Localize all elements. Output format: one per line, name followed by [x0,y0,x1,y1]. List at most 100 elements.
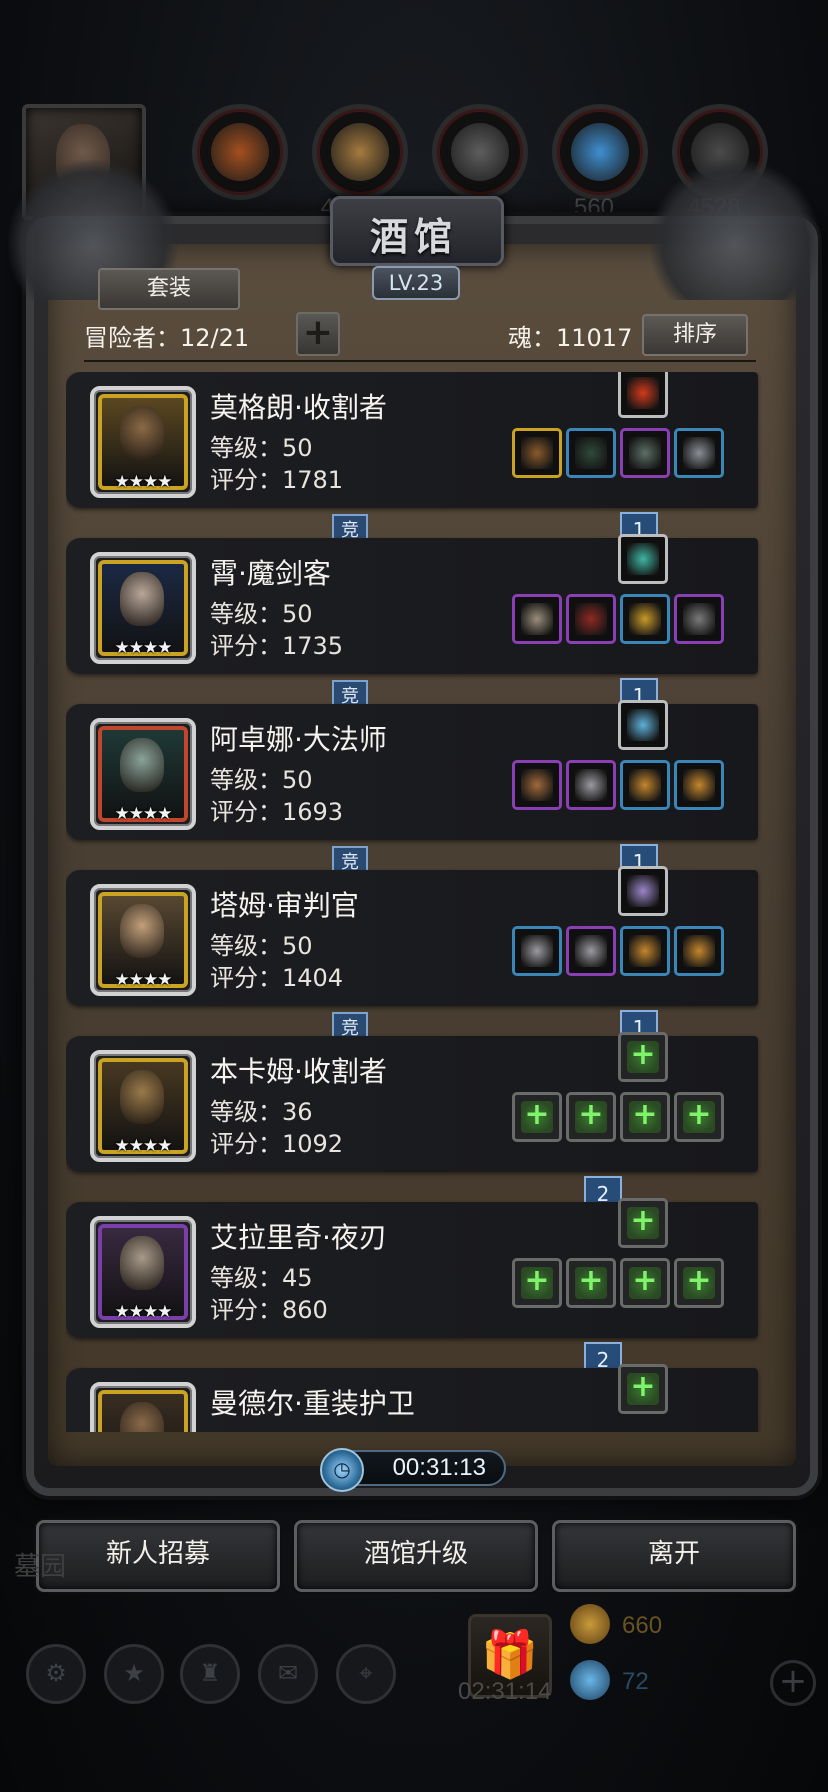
hero-level: 等级：36 [210,1098,313,1126]
hero-portrait[interactable]: ★★★★ [90,1050,196,1162]
upgrade-tavern-button[interactable]: 酒馆升级 [294,1520,538,1592]
hero-score: 评分：1404 [210,964,344,992]
stone-icon [432,104,528,200]
equipment-image [575,1263,607,1299]
gold-amount: 660 [622,1612,663,1639]
adventurer-row[interactable]: ★★★★ 阿卓娜·大法师 等级：50 评分：1693 [66,700,758,840]
gauntlet-icon[interactable] [674,428,724,478]
equipment-image [629,1263,661,1299]
empty-slot-icon[interactable] [674,1092,724,1142]
star-rating: ★★★★ [114,1136,173,1156]
equipment-image [683,769,715,801]
equipment-image [521,1263,553,1299]
sort-button[interactable]: 排序 [642,314,748,356]
equipment-image [575,769,607,801]
scroll-icon[interactable] [618,700,668,750]
empty-slot-icon[interactable] [618,1198,668,1248]
amethyst-icon[interactable] [618,866,668,916]
jade-icon[interactable] [618,534,668,584]
empty-slot-icon[interactable] [618,1364,668,1414]
map-icon[interactable]: ⌖ [336,1644,396,1704]
star-icon[interactable]: ★ [104,1644,164,1704]
adventurer-row[interactable]: ★★★★ 艾拉里奇·夜刃 等级：45 评分：860 [66,1198,758,1338]
hero-face [120,904,164,958]
equipment-image [683,935,715,967]
adventurer-row[interactable]: ★★★★ 霄·魔剑客 等级：50 评分：1735 [66,534,758,674]
hero-level: 等级：50 [210,600,313,628]
equipment-image [627,1203,659,1239]
hero-name: 莫格朗·收割者 [210,391,387,424]
chest-icon[interactable] [620,760,670,810]
hero-portrait[interactable]: ★★★★ [90,386,196,498]
hero-portrait[interactable]: ★★★★ [90,1216,196,1328]
hero-name: 艾拉里奇·夜刃 [210,1221,387,1254]
hero-score: 评分：1735 [210,632,344,660]
gold-coin-icon [570,1604,610,1644]
settings-icon[interactable]: ⚙ [26,1644,86,1704]
armor-icon[interactable] [566,760,616,810]
equipment-image [521,437,553,469]
amulet-icon[interactable] [674,594,724,644]
axe-icon[interactable] [512,428,562,478]
star-rating: ★★★★ [114,970,173,990]
equipment-image [629,603,661,635]
star-rating: ★★★★ [114,638,173,658]
chest-icon[interactable] [620,926,670,976]
equipment-image [629,437,661,469]
sword-icon[interactable] [512,594,562,644]
empty-slot-icon[interactable] [566,1092,616,1142]
meat-icon [192,104,288,200]
adventurer-list[interactable]: ★★★★ 莫格朗·收割者 等级：50 评分：1781 竞 1 ★★★★ 霄·魔剑客 等级：50 评… [66,372,762,1432]
hero-name: 曼德尔·重装护卫 [210,1387,415,1420]
empty-slot-icon[interactable] [620,1258,670,1308]
helmet-icon[interactable] [566,594,616,644]
adventurer-row[interactable]: ★★★★ 本卡姆·收割者等级：36 评分：1092 [66,1032,758,1172]
hero-portrait[interactable] [90,1382,196,1432]
hammer-icon[interactable] [512,926,562,976]
equipment-image [521,769,553,801]
empty-slot-icon[interactable] [674,1258,724,1308]
hero-name: 本卡姆·收割者 [210,1055,387,1088]
crystal-icon [552,104,648,200]
wood-icon [312,104,408,200]
adventurer-row[interactable]: ★★★★ 莫格朗·收割者 等级：50 评分：1781 [66,372,758,508]
wood-gem [331,123,389,181]
armor-icon[interactable] [566,926,616,976]
adventurer-count: 冒险者：12/21 [84,324,250,352]
equipment-image [521,935,553,967]
adventurer-row[interactable]: ★★★★ 塔姆·审判官 等级：50 评分：1404 [66,866,758,1006]
recruit-button[interactable]: 新人招募 [36,1520,280,1592]
empty-slot-icon[interactable] [512,1258,562,1308]
gem-amount: 72 [622,1668,649,1695]
mail-icon[interactable]: ✉ [258,1644,318,1704]
add-adventurer-button[interactable]: + [296,312,340,356]
gold-ring-icon[interactable] [620,594,670,644]
hero-portrait[interactable]: ★★★★ [90,884,196,996]
hero-portrait[interactable]: ★★★★ [90,552,196,664]
adventurer-row[interactable]: 曼德尔·重装护卫 [66,1364,758,1432]
ruby-icon[interactable] [618,372,668,418]
hero-face [120,572,164,626]
empty-slot-icon[interactable] [512,1092,562,1142]
meat-gem [211,123,269,181]
chest-icon[interactable] [674,926,724,976]
empty-slot-icon[interactable] [566,1258,616,1308]
hero-portrait[interactable]: ★★★★ [90,718,196,830]
leave-button[interactable]: 离开 [552,1520,796,1592]
outfit-button[interactable]: 套装 [98,268,240,310]
empty-slot-icon[interactable] [620,1092,670,1142]
hero-score: 评分：1092 [210,1130,344,1158]
ring-icon[interactable] [620,428,670,478]
hood-icon[interactable] [566,428,616,478]
equipment-image [683,1263,715,1299]
add-currency-icon[interactable]: + [770,1660,816,1706]
castle-icon[interactable]: ♜ [180,1644,240,1704]
equipment-image [683,437,715,469]
empty-slot-icon[interactable] [618,1032,668,1082]
panel-ornament-right [650,160,820,300]
hero-score: 评分：1781 [210,466,344,494]
staff-icon[interactable] [512,760,562,810]
hero-face [120,738,164,792]
header-divider [84,360,756,362]
chest-icon[interactable] [674,760,724,810]
